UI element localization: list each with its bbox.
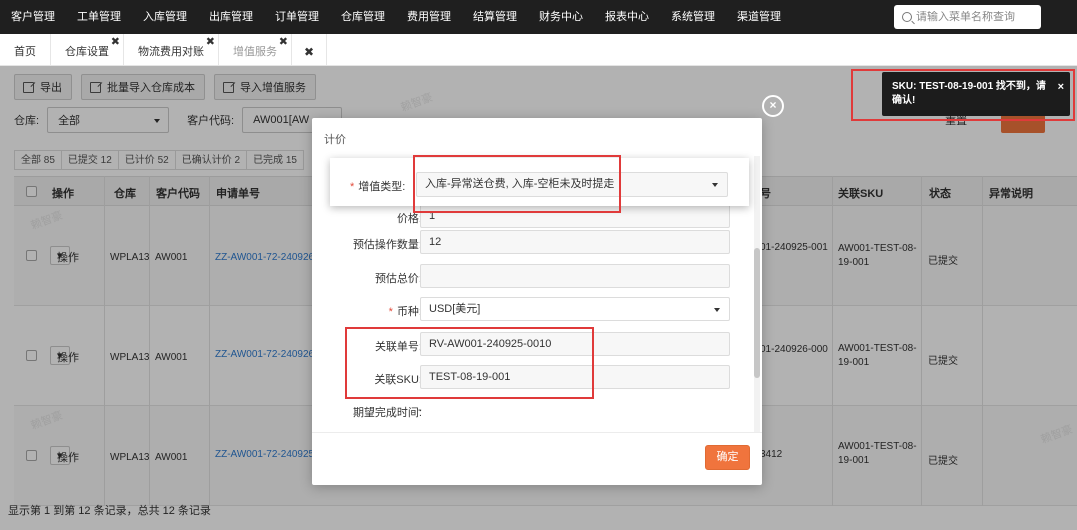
highlight-ref-fields [345, 327, 594, 399]
tab-label: 物流费用对账 [138, 46, 204, 58]
nav-customer-management[interactable]: 客户管理 [0, 0, 66, 34]
watermark: 赖智豪 [1039, 423, 1075, 447]
tab-home[interactable]: 首页 [0, 34, 51, 65]
vas-type-label-text: 增值类型: [358, 181, 406, 193]
expected-time-row: 期望完成时间: - [312, 398, 742, 424]
menu-search-input[interactable] [916, 11, 1036, 23]
close-icon[interactable]: ✖ [279, 36, 288, 48]
nav-order-management[interactable]: 订单管理 [264, 0, 330, 34]
chevron-down-icon [714, 308, 720, 312]
watermark: 赖智豪 [399, 91, 435, 115]
close-icon: ✖ [304, 45, 315, 59]
tab-label: 增值服务 [233, 46, 277, 58]
close-all-tabs-button[interactable]: ✖ [292, 34, 328, 65]
watermark: 赖智豪 [29, 409, 65, 433]
nav-inbound-management[interactable]: 入库管理 [132, 0, 198, 34]
menu-search[interactable] [894, 5, 1041, 29]
currency-row: * 币种: USD[美元] [312, 297, 742, 323]
close-icon[interactable]: ✖ [111, 36, 120, 48]
nav-fee-management[interactable]: 费用管理 [396, 0, 462, 34]
currency-select[interactable]: USD[美元] [420, 297, 730, 321]
expected-time-value: - [418, 404, 422, 416]
estimated-total-row: 预估总价: [312, 264, 742, 290]
tab-label: 首页 [14, 46, 36, 58]
top-navigation: 客户管理 工单管理 入库管理 出库管理 订单管理 仓库管理 费用管理 结算管理 … [0, 0, 1077, 34]
nav-report-center[interactable]: 报表中心 [594, 0, 660, 34]
search-icon [902, 12, 912, 22]
close-icon[interactable]: ✖ [206, 36, 215, 48]
highlight-toast [851, 69, 1075, 121]
currency-label: * 币种: [388, 306, 422, 318]
dialog-close-button[interactable]: × [762, 95, 784, 117]
dialog-scrollbar-thumb[interactable] [754, 248, 760, 378]
estimated-total-label: 预估总价: [374, 273, 422, 285]
nav-finance-center[interactable]: 财务中心 [528, 0, 594, 34]
dialog-title: 计价 [324, 134, 346, 146]
currency-label-text: 币种: [396, 306, 422, 318]
tab-logistics-fee-reconciliation[interactable]: 物流费用对账 ✖ [124, 34, 219, 65]
confirm-button[interactable]: 确定 [705, 445, 750, 470]
nav-channel-management[interactable]: 渠道管理 [726, 0, 792, 34]
highlight-vas-type [413, 155, 621, 213]
watermark: 赖智豪 [29, 209, 65, 233]
nav-work-order-management[interactable]: 工单管理 [66, 0, 132, 34]
chevron-down-icon [712, 183, 718, 187]
dialog-footer-divider [312, 432, 762, 433]
tab-value-added-services[interactable]: 增值服务 ✖ [219, 34, 292, 65]
page-tabs: 首页 仓库设置 ✖ 物流费用对账 ✖ 增值服务 ✖ ✖ [0, 34, 1077, 66]
nav-warehouse-management[interactable]: 仓库管理 [330, 0, 396, 34]
nav-system-management[interactable]: 系统管理 [660, 0, 726, 34]
vas-type-label: * 增值类型: [350, 181, 406, 193]
nav-settlement-management[interactable]: 结算管理 [462, 0, 528, 34]
currency-value: USD[美元] [429, 303, 481, 315]
estimated-total-input[interactable] [420, 264, 730, 288]
expected-time-label: 期望完成时间: [352, 407, 422, 419]
estimated-quantity-label: 预估操作数量: [352, 239, 422, 251]
estimated-quantity-input[interactable]: 12 [420, 230, 730, 254]
tab-warehouse-settings[interactable]: 仓库设置 ✖ [51, 34, 124, 65]
estimated-quantity-row: 预估操作数量: 12 [312, 230, 742, 256]
tab-label: 仓库设置 [65, 46, 109, 58]
nav-outbound-management[interactable]: 出库管理 [198, 0, 264, 34]
